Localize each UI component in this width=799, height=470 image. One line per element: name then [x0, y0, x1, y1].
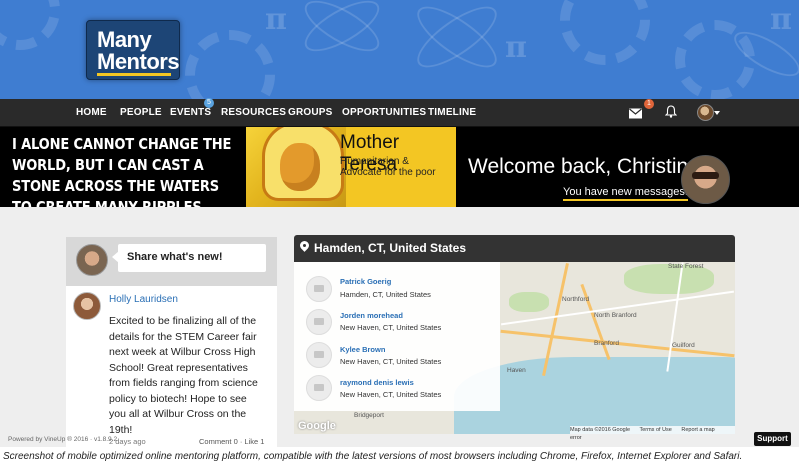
- envelope-icon[interactable]: [629, 106, 642, 121]
- powered-by: Powered by VineUp ® 2016 · v1.8.9.2: [8, 436, 118, 443]
- nav-resources[interactable]: RESOURCES: [221, 99, 286, 126]
- person-avatar[interactable]: [306, 276, 332, 302]
- pi-decoration: π: [265, 2, 287, 37]
- pi-decoration: π: [505, 30, 527, 65]
- camera-icon: [314, 285, 324, 292]
- person-name[interactable]: raymond denis lewis: [340, 378, 414, 387]
- map-attribution: Map data ©2016 Google Terms of Use Repor…: [570, 426, 735, 441]
- user-avatar[interactable]: [681, 155, 730, 204]
- featured-person: Mother Teresa Humanitarian & Advocate fo…: [246, 127, 456, 207]
- person-location: New Haven, CT, United States: [340, 357, 442, 366]
- quote-text: I ALONE CANNOT CHANGE THE WORLD, BUT I C…: [12, 135, 232, 207]
- gear-decoration: [0, 0, 60, 50]
- logo-underline: [97, 73, 171, 76]
- person-name[interactable]: Jorden morehead: [340, 311, 403, 320]
- post-author-avatar[interactable]: [73, 292, 101, 320]
- nav-people[interactable]: PEOPLE: [120, 99, 162, 126]
- map-town-label: State Forest: [668, 263, 704, 270]
- image-caption: Screenshot of mobile optimized online me…: [3, 451, 743, 462]
- nav-home[interactable]: HOME: [76, 99, 107, 126]
- quote-banner: I ALONE CANNOT CHANGE THE WORLD, BUT I C…: [0, 127, 799, 207]
- person-avatar[interactable]: [306, 342, 332, 368]
- post-actions[interactable]: Comment 0 · Like 1: [199, 437, 264, 446]
- logo-text: Mentors: [97, 49, 180, 74]
- post-text: Excited to be finalizing all of the deta…: [109, 315, 258, 436]
- camera-icon: [314, 318, 324, 325]
- camera-icon: [314, 384, 324, 391]
- gear-decoration: [560, 0, 650, 65]
- terms-of-use-link[interactable]: Terms of Use: [639, 427, 671, 433]
- avatar: [76, 244, 108, 276]
- map-park: [509, 292, 549, 312]
- chevron-down-icon[interactable]: [714, 111, 720, 115]
- map-town-label: North Branford: [594, 312, 637, 319]
- camera-icon: [314, 351, 324, 358]
- person-location: Hamden, CT, United States: [340, 290, 431, 299]
- map-location-title: Hamden, CT, United States: [314, 241, 467, 255]
- nav-timeline[interactable]: TIMELINE: [428, 99, 476, 126]
- map-town-label: Guilford: [672, 342, 695, 349]
- person-location: New Haven, CT, United States: [340, 323, 442, 332]
- map-town-label: Northford: [562, 296, 590, 303]
- mail-badge: 1: [644, 99, 654, 109]
- person-avatar[interactable]: [306, 309, 332, 335]
- bell-icon[interactable]: [665, 104, 677, 119]
- google-logo: Google: [298, 420, 336, 432]
- events-badge: 5: [204, 98, 214, 108]
- person-location: New Haven, CT, United States: [340, 390, 442, 399]
- post-author-name[interactable]: Holly Lauridsen: [109, 294, 178, 305]
- profile-avatar[interactable]: [697, 104, 714, 121]
- person-avatar[interactable]: [306, 375, 332, 401]
- featured-person-photo: [246, 127, 346, 207]
- map-town-label: Branford: [594, 340, 619, 347]
- featured-person-description: Humanitarian & Advocate for the poor: [340, 156, 436, 178]
- map-town-label: Bridgeport: [354, 412, 384, 419]
- person-name[interactable]: Kylee Brown: [340, 345, 385, 354]
- gear-decoration: [185, 30, 275, 99]
- nav-groups[interactable]: GROUPS: [288, 99, 333, 126]
- welcome-message: Welcome back, Christina: [468, 155, 700, 178]
- map-data-credit: Map data ©2016 Google: [570, 427, 631, 433]
- new-messages-link[interactable]: You have new messages.: [563, 186, 688, 201]
- share-prompt[interactable]: Share what's new!: [127, 251, 223, 263]
- support-button[interactable]: Support: [754, 432, 791, 446]
- person-name[interactable]: Patrick Goerig: [340, 277, 391, 286]
- pi-decoration: π: [770, 2, 792, 37]
- site-logo[interactable]: Many Mentors: [86, 20, 180, 80]
- map-pin-icon-dot: [303, 244, 306, 247]
- map-town-label: Haven: [507, 367, 526, 374]
- nav-opportunities[interactable]: OPPORTUNITIES: [342, 99, 426, 126]
